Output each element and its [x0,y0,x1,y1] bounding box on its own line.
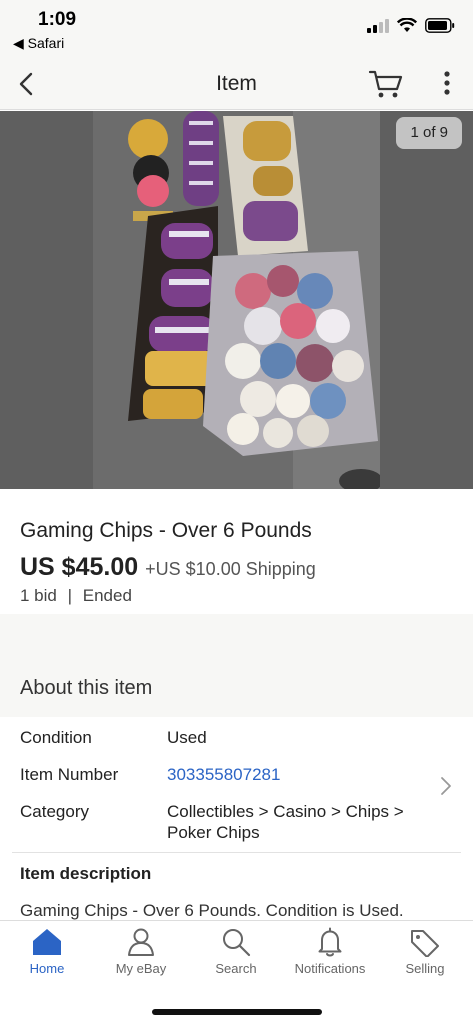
tab-bar: Home My eBay Search Notifications Sellin… [0,920,473,1024]
section-header-area: About this item [0,614,473,717]
divider [12,852,461,853]
listing-summary: Gaming Chips - Over 6 Pounds US $45.00 +… [0,489,473,614]
category-value-line2[interactable]: Poker Chips [167,823,260,843]
status-bar: 1:09 ◀ Safari [0,0,473,58]
cellular-signal-icon [367,18,389,33]
condition-label: Condition [20,728,92,747]
item-details: Condition Used Item Number 303355807281 … [0,717,473,920]
category-value-line1[interactable]: Collectibles > Casino > Chips > [167,802,404,822]
tab-notifications-label: Notifications [294,961,366,976]
price-line: US $45.00 +US $10.00 Shipping [20,553,453,582]
bid-count: 1 bid [20,586,57,605]
item-number-label: Item Number [20,765,119,784]
home-icon [33,929,61,955]
listing-status: Ended [82,586,132,605]
item-title: Gaming Chips - Over 6 Pounds [20,519,312,542]
shipping-cost: +US $10.00 Shipping [145,559,316,579]
back-to-safari-link[interactable]: ◀ Safari [13,35,64,52]
photo-counter: 1 of 9 [396,117,462,149]
tag-icon [411,930,439,957]
chevron-right-icon[interactable] [439,775,453,797]
tab-home-label: Home [29,961,65,976]
tab-search-label: Search [215,961,257,976]
person-icon [128,928,154,956]
tab-home[interactable]: Home [0,927,94,987]
battery-icon [425,18,455,33]
search-icon [223,929,251,957]
item-price: US $45.00 [20,553,139,581]
tab-my-ebay[interactable]: My eBay [94,927,188,987]
condition-value: Used [167,728,207,747]
status-time: 1:09 [38,9,77,30]
home-indicator[interactable] [152,1009,322,1015]
cart-icon[interactable] [368,68,404,100]
item-number-link[interactable]: 303355807281 [167,765,280,785]
more-options-icon[interactable] [436,68,458,100]
image-gallery[interactable]: 1 of 9 [0,111,473,489]
bid-status-line: 1 bid | Ended [20,586,453,606]
tab-search[interactable]: Search [189,927,283,987]
item-photo[interactable] [93,111,380,489]
nav-bar: Item [0,58,473,110]
tab-my-ebay-label: My eBay [115,961,167,976]
category-label: Category [20,802,89,821]
about-section-heading: About this item [20,677,153,699]
bell-icon [318,927,342,957]
description-text: Gaming Chips - Over 6 Pounds. Condition … [20,901,404,920]
tab-selling-label: Selling [405,961,445,976]
wifi-icon [397,18,417,32]
tab-selling[interactable]: Selling [378,927,472,987]
bid-separator: | [67,586,73,605]
status-icons [367,18,455,33]
poker-chips-image [93,111,380,489]
description-heading: Item description [20,864,152,883]
tab-notifications[interactable]: Notifications [283,927,377,987]
